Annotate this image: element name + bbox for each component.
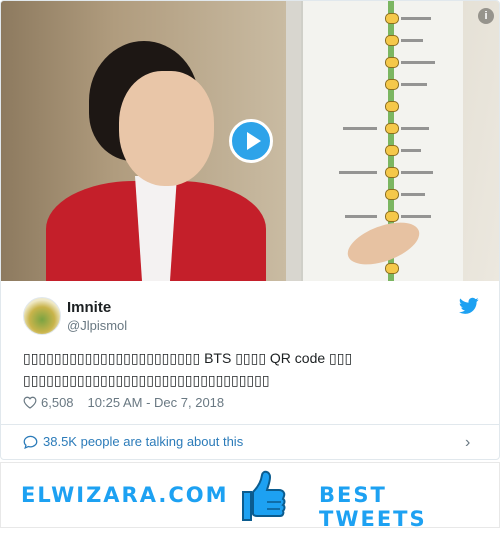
station-marker <box>385 263 399 274</box>
like-count[interactable]: 6,508 <box>41 395 74 410</box>
station-marker <box>385 145 399 156</box>
station-label <box>401 17 431 20</box>
timestamp[interactable]: 10:25 AM - Dec 7, 2018 <box>88 395 225 410</box>
site-name[interactable]: ELWIZARA.COM <box>21 483 229 507</box>
thumbs-up-icon <box>242 470 286 521</box>
tweet-header: Imnite @Jlpismol <box>1 282 499 342</box>
speech-bubble-icon <box>23 435 38 449</box>
station-label <box>343 127 377 130</box>
avatar[interactable] <box>23 297 61 335</box>
tweet-text: ▯▯▯▯▯▯▯▯▯▯▯▯▯▯▯▯▯▯▯▯▯▯▯ BTS ▯▯▯▯ QR code… <box>23 350 353 388</box>
user-handle[interactable]: @Jlpismol <box>67 318 127 333</box>
talking-count[interactable]: 38.5K people are talking about this <box>43 434 243 449</box>
station-label <box>401 61 435 64</box>
station-marker <box>385 13 399 24</box>
station-label <box>401 215 431 218</box>
station-marker <box>385 189 399 200</box>
conversation-link[interactable]: 38.5K people are talking about this › <box>1 425 499 459</box>
heart-icon[interactable] <box>23 396 37 409</box>
twitter-bird-icon[interactable] <box>459 297 479 315</box>
video-thumbnail[interactable]: i <box>1 1 499 281</box>
info-icon[interactable]: i <box>478 8 494 24</box>
station-label <box>401 171 433 174</box>
station-label <box>401 83 427 86</box>
tweet-card[interactable]: i Imnite @Jlpismol ▯▯▯▯▯▯▯▯▯▯▯▯▯▯▯▯▯▯▯▯▯… <box>0 0 500 460</box>
station-marker <box>385 167 399 178</box>
station-label <box>401 149 421 152</box>
station-marker <box>385 35 399 46</box>
station-label <box>401 127 429 130</box>
branding-banner: ELWIZARA.COM BEST TWEETS <box>0 462 500 531</box>
play-icon[interactable] <box>229 119 273 163</box>
station-marker <box>385 57 399 68</box>
station-marker <box>385 123 399 134</box>
station-label <box>401 39 423 42</box>
station-label <box>339 171 377 174</box>
station-label <box>345 215 377 218</box>
station-marker <box>385 79 399 90</box>
tagline[interactable]: BEST TWEETS <box>319 483 499 531</box>
station-marker <box>385 211 399 222</box>
station-label <box>401 193 425 196</box>
person-face <box>119 71 214 186</box>
display-name[interactable]: Imnite <box>67 299 111 316</box>
tweet-meta: 6,508 10:25 AM - Dec 7, 2018 <box>23 395 224 410</box>
station-marker <box>385 101 399 112</box>
chevron-right-icon[interactable]: › <box>465 434 470 452</box>
